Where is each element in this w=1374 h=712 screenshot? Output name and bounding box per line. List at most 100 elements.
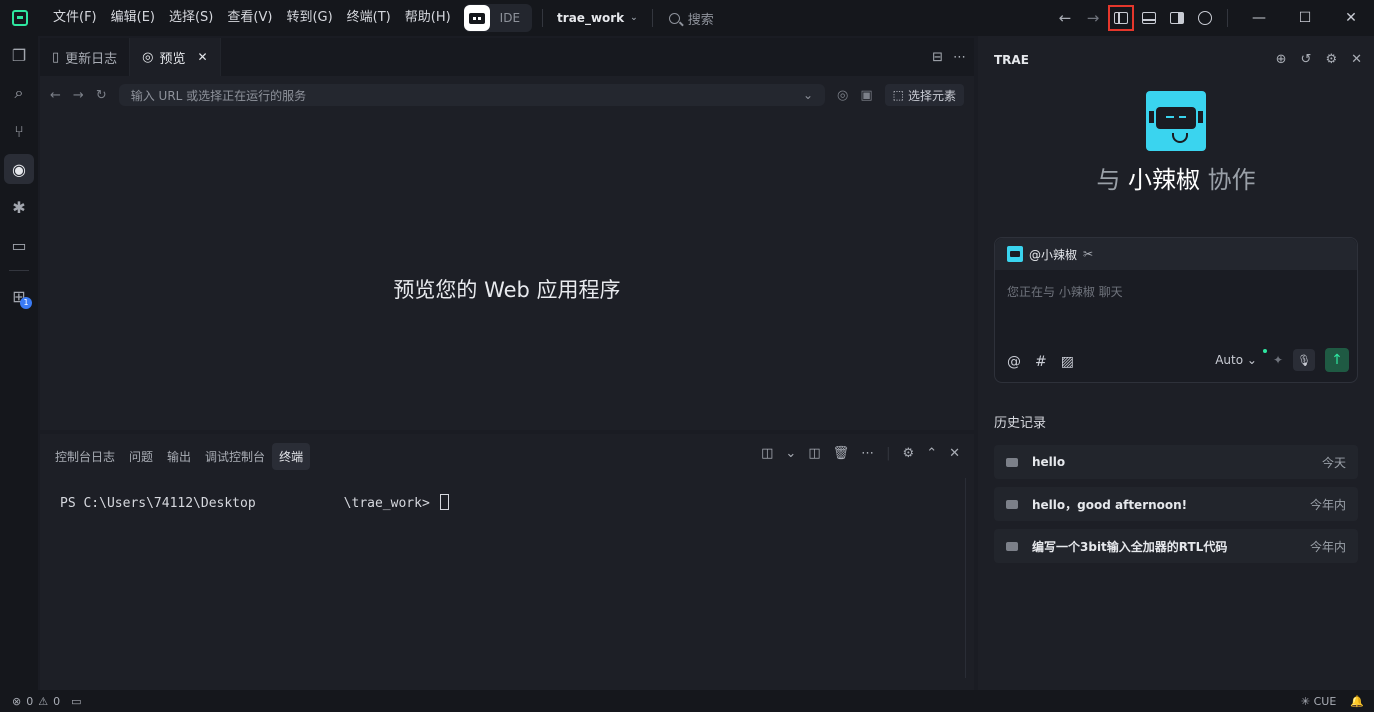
tab-console-log[interactable]: 控制台日志 — [48, 443, 122, 470]
toggle-panel-button[interactable] — [1135, 4, 1163, 32]
titlebar-controls: ← → — ☐ ✕ — [1051, 0, 1374, 36]
nav-back-button[interactable]: ← — [1051, 4, 1079, 32]
model-selector[interactable]: Auto ⌄ — [1215, 349, 1267, 367]
statusbar-right: ✳ CUE 🔔 — [1301, 690, 1364, 712]
device-icon[interactable]: ▣ — [860, 88, 872, 103]
ide-mode-label[interactable]: IDE — [490, 11, 532, 25]
bug-icon: ✱ — [12, 197, 26, 217]
back-icon[interactable]: ← — [50, 88, 61, 103]
remote-explorer-button[interactable]: ▭ — [0, 226, 38, 264]
new-chat-icon[interactable]: ⊕ — [1276, 52, 1287, 67]
source-control-button[interactable]: ⑂ — [0, 112, 38, 150]
warning-count: 0 — [53, 694, 61, 708]
tools-icon[interactable]: ✂ — [1083, 247, 1093, 261]
maximize-button[interactable]: ☐ — [1282, 0, 1328, 36]
git-branch-icon: ⑂ — [14, 121, 24, 141]
explorer-button[interactable]: ❐ — [0, 36, 38, 74]
chevron-up-icon[interactable]: ⌃ — [926, 446, 937, 461]
agent-mention-bar[interactable]: @小辣椒 ✂ — [995, 238, 1357, 270]
url-placeholder: 输入 URL 或选择正在运行的服务 — [130, 88, 307, 103]
history-item[interactable]: hello，good afternoon! 今年内 — [994, 487, 1358, 521]
toggle-secondary-sidebar-button[interactable] — [1163, 4, 1191, 32]
chevron-down-icon[interactable]: ⌄ — [785, 446, 796, 461]
history-item[interactable]: hello 今天 — [994, 445, 1358, 479]
menu-go[interactable]: 转到(G) — [279, 0, 339, 36]
tab-preview[interactable]: ◎ 预览 ✕ — [130, 38, 221, 76]
tab-output[interactable]: 输出 — [160, 443, 198, 470]
history-icon[interactable]: ↺ — [1301, 52, 1312, 67]
agent-avatar-icon — [1146, 91, 1206, 151]
close-icon[interactable]: ✕ — [1351, 52, 1362, 67]
error-count: 0 — [26, 694, 34, 708]
more-icon[interactable]: ⋯ — [953, 50, 966, 65]
sparkle-icon[interactable]: ✦ — [1273, 353, 1283, 367]
bottom-panel: 控制台日志 问题 输出 调试控制台 终端 ◫ ⌄ ◫ 🗑 ⋯ | ⚙ ⌃ ✕ P… — [40, 434, 974, 690]
activity-bar: ❐ ⌕ ⑂ ◉ ✱ ▭ ⊞ 1 — [0, 36, 38, 690]
cursor-select-icon: ⬚ — [892, 88, 904, 102]
command-search[interactable]: 搜索 — [668, 9, 714, 28]
tab-label: 预览 — [159, 51, 186, 67]
mode-toggle[interactable]: IDE — [463, 4, 533, 32]
toggle-primary-sidebar-button[interactable] — [1107, 4, 1135, 32]
tab-debug-console[interactable]: 调试控制台 — [198, 443, 272, 470]
more-icon[interactable]: ⋯ — [861, 446, 874, 461]
chat-input-box[interactable]: @小辣椒 ✂ 您正在与 小辣椒 聊天 @ # ▨ Auto ⌄ ✦ 🎙 ↑ — [994, 237, 1358, 383]
search-view-button[interactable]: ⌕ — [0, 74, 38, 112]
menu-help[interactable]: 帮助(H) — [398, 0, 458, 36]
select-element-button[interactable]: ⬚ 选择元素 — [884, 84, 964, 106]
status-bar: ⊗ 0 ⚠ 0 ▭ ✳ CUE 🔔 — [0, 690, 1374, 712]
split-terminal-icon[interactable]: ◫ — [808, 446, 820, 461]
url-input[interactable]: 输入 URL 或选择正在运行的服务 ⌄ — [118, 84, 825, 106]
menu-edit[interactable]: 编辑(E) — [104, 0, 162, 36]
new-terminal-icon[interactable]: ◫ — [761, 446, 773, 461]
nav-forward-button[interactable]: → — [1079, 4, 1107, 32]
refresh-icon[interactable]: ↻ — [96, 88, 107, 103]
microphone-button[interactable]: 🎙 — [1293, 349, 1315, 371]
workspace-selector[interactable]: trae_work ⌄ — [553, 11, 642, 25]
tab-changelog[interactable]: ▯ 更新日志 — [40, 38, 131, 76]
menu-view[interactable]: 查看(V) — [220, 0, 279, 36]
split-layout-icon[interactable]: ⊟ — [932, 50, 943, 65]
problems-status[interactable]: ⊗ 0 ⚠ 0 ▭ — [0, 695, 82, 708]
preview-view-button[interactable]: ◉ — [0, 150, 38, 188]
terminal-prompt-start: PS C:\Users\74112\Desktop — [60, 496, 256, 511]
warning-icon: ⚠ — [38, 694, 49, 708]
close-window-button[interactable]: ✕ — [1328, 0, 1374, 36]
forward-icon[interactable]: → — [73, 88, 84, 103]
debug-button[interactable]: ✱ — [0, 188, 38, 226]
divider — [651, 9, 653, 27]
terminal-scrollbar[interactable] — [965, 478, 966, 678]
terminal-output[interactable]: PS C:\Users\74112\Desktop \trae_work> — [60, 494, 449, 511]
cue-status[interactable]: ✳ CUE — [1301, 695, 1336, 708]
editor-actions: ⊟ ⋯ — [932, 38, 966, 76]
account-button[interactable] — [1191, 4, 1219, 32]
hash-context-icon[interactable]: # — [1035, 354, 1047, 370]
agent-mention: @小辣椒 — [1029, 247, 1078, 262]
tab-problems[interactable]: 问题 — [122, 443, 160, 470]
image-icon[interactable]: ▨ — [1061, 354, 1074, 370]
extensions-button[interactable]: ⊞ 1 — [0, 277, 38, 315]
menu-selection[interactable]: 选择(S) — [162, 0, 220, 36]
send-button[interactable]: ↑ — [1325, 348, 1349, 372]
solo-mode-icon[interactable] — [463, 5, 490, 31]
minimize-button[interactable]: — — [1236, 0, 1282, 36]
menu-file[interactable]: 文件(F) — [46, 0, 104, 36]
close-icon[interactable]: ✕ — [949, 446, 960, 461]
tab-label: 更新日志 — [65, 51, 118, 67]
gear-icon[interactable]: ⚙ — [1325, 52, 1337, 67]
trash-icon[interactable]: 🗑 — [833, 446, 850, 461]
history-item-time: 今年内 — [1309, 539, 1346, 554]
history-item[interactable]: 编写一个3bit输入全加器的RTL代码 今年内 — [994, 529, 1358, 563]
chevron-down-icon[interactable]: ⌄ — [803, 88, 813, 102]
terminal-status-icon[interactable]: ▭ — [71, 695, 81, 708]
settings-sliders-icon[interactable]: ⚙ — [903, 446, 915, 461]
chat-input-placeholder[interactable]: 您正在与 小辣椒 聊天 — [1007, 283, 1123, 300]
menu-terminal[interactable]: 终端(T) — [340, 0, 398, 36]
compass-icon[interactable]: ◎ — [837, 88, 848, 103]
sidebar-right-icon — [1170, 12, 1184, 24]
tab-terminal[interactable]: 终端 — [272, 442, 311, 470]
cue-icon: ✳ — [1300, 694, 1311, 708]
bell-icon[interactable]: 🔔 — [1350, 695, 1364, 708]
close-icon[interactable]: ✕ — [198, 50, 208, 64]
at-mention-icon[interactable]: @ — [1007, 354, 1021, 370]
